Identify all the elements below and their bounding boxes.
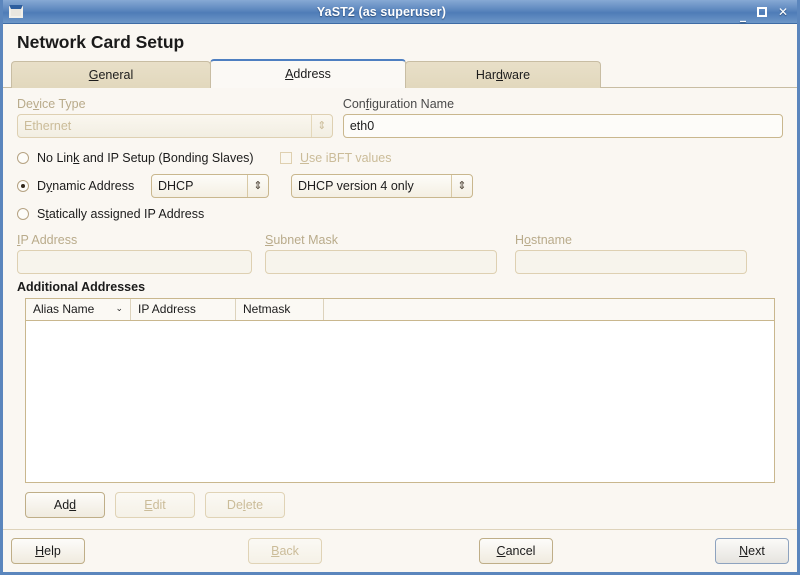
table-action-buttons: Add Edit Delete xyxy=(25,492,775,518)
dynamic-address-label: Dynamic Address xyxy=(37,179,135,193)
ip-address-mnemonic: I xyxy=(17,233,21,247)
table-body[interactable] xyxy=(26,321,774,482)
maximize-icon[interactable] xyxy=(756,6,767,17)
radio-icon-no-link[interactable] xyxy=(17,152,29,164)
title-bar: YaST2 (as superuser) _ ✕ xyxy=(3,0,797,24)
hostname-group: Hostname xyxy=(515,233,747,274)
tab-hardware-label-pre: Har xyxy=(475,68,497,82)
static-fields-row: IP Address Subnet Mask Hostname xyxy=(17,233,783,274)
column-header-alias-name[interactable]: Alias Name ⌄ xyxy=(26,299,131,320)
add-button-label: Add xyxy=(53,498,77,512)
yast-network-card-setup-window: YaST2 (as superuser) _ ✕ Network Card Se… xyxy=(0,0,800,575)
tab-general[interactable]: General xyxy=(11,61,211,88)
tab-address[interactable]: Address xyxy=(210,59,406,88)
configuration-name-mnemonic: f xyxy=(365,97,370,111)
column-header-netmask-label: Netmask xyxy=(243,302,291,316)
tab-address-label: ddress xyxy=(293,67,331,81)
no-link-label: No Link and IP Setup (Bonding Slaves) xyxy=(37,151,254,165)
hostname-mnemonic: o xyxy=(524,233,531,247)
ip-address-label: IP Address xyxy=(17,233,78,247)
dhcp-version-value: DHCP version 4 only xyxy=(298,179,414,193)
subnet-mask-input[interactable] xyxy=(265,250,497,274)
tab-bar: General Address Hardware xyxy=(3,59,797,88)
cancel-button-mnemonic: C xyxy=(496,544,506,558)
checkbox-icon-use-ibft[interactable] xyxy=(280,152,292,164)
additional-addresses-title: Additional Addresses xyxy=(17,280,146,294)
close-icon[interactable]: ✕ xyxy=(778,6,788,18)
back-button-mnemonic: B xyxy=(271,544,280,558)
column-header-netmask[interactable]: Netmask xyxy=(236,299,324,320)
footer-bar: Help Back Cancel Next xyxy=(3,529,797,572)
hostname-input[interactable] xyxy=(515,250,747,274)
configuration-name-label: Configuration Name xyxy=(342,97,455,111)
device-row: Device Type Ethernet ⇕ Configuration Nam… xyxy=(17,97,783,138)
delete-button-label: Delete xyxy=(226,498,264,512)
radio-icon-dynamic-address[interactable] xyxy=(17,180,29,192)
ip-address-group: IP Address xyxy=(17,233,252,274)
next-button-label: Next xyxy=(739,544,765,558)
minimize-icon[interactable]: _ xyxy=(740,9,746,21)
window-controls: _ ✕ xyxy=(740,6,793,21)
back-button-label: Back xyxy=(271,544,299,558)
no-link-option[interactable]: No Link and IP Setup (Bonding Slaves) xyxy=(17,145,280,171)
edit-button-mnemonic: E xyxy=(144,498,153,512)
subnet-mask-label: Subnet Mask xyxy=(265,233,338,247)
column-header-ip-address[interactable]: IP Address xyxy=(131,299,236,320)
additional-addresses-table[interactable]: Alias Name ⌄ IP Address Netmask xyxy=(25,298,775,483)
chevron-down-icon: ⌄ xyxy=(115,304,123,314)
address-tab-panel: Device Type Ethernet ⇕ Configuration Nam… xyxy=(3,97,797,294)
device-type-value: Ethernet xyxy=(24,119,72,133)
edit-button[interactable]: Edit xyxy=(115,492,195,518)
next-button[interactable]: Next xyxy=(715,538,789,564)
dynamic-address-row: Dynamic Address DHCP ⇕ DHCP version 4 on… xyxy=(17,173,783,199)
help-button-mnemonic: H xyxy=(35,544,45,558)
help-button-label: Help xyxy=(35,544,61,558)
column-header-ip-address-label: IP Address xyxy=(138,302,196,316)
chevron-updown-icon: ⇕ xyxy=(247,175,268,197)
static-address-option[interactable]: Statically assigned IP Address xyxy=(17,201,783,227)
window-title: YaST2 (as superuser) xyxy=(316,4,447,19)
subnet-mask-group: Subnet Mask xyxy=(265,233,497,274)
cancel-button[interactable]: Cancel xyxy=(479,538,553,564)
no-link-row: No Link and IP Setup (Bonding Slaves) Us… xyxy=(17,145,783,171)
add-button[interactable]: Add xyxy=(25,492,105,518)
dhcp-mode-value: DHCP xyxy=(158,179,194,193)
dhcp-mode-combo[interactable]: DHCP ⇕ xyxy=(151,174,269,198)
device-type-group: Device Type Ethernet ⇕ xyxy=(17,97,333,138)
edit-button-label: Edit xyxy=(144,498,166,512)
delete-button[interactable]: Delete xyxy=(205,492,285,518)
device-type-label: Device Type xyxy=(17,97,86,111)
add-button-mnemonic: d xyxy=(69,498,77,512)
static-address-label: Statically assigned IP Address xyxy=(37,207,205,221)
chevron-updown-icon: ⇕ xyxy=(451,175,472,197)
configuration-name-value: eth0 xyxy=(349,119,375,133)
page-title: Network Card Setup xyxy=(17,32,185,52)
window-icon xyxy=(9,5,23,18)
help-button[interactable]: Help xyxy=(11,538,85,564)
subnet-mask-mnemonic: S xyxy=(265,233,274,247)
dynamic-address-option[interactable]: Dynamic Address xyxy=(17,173,147,199)
back-button[interactable]: Back xyxy=(248,538,322,564)
use-ibft-mnemonic: U xyxy=(300,151,310,165)
device-type-combo[interactable]: Ethernet ⇕ xyxy=(17,114,333,138)
column-header-alias-name-label: Alias Name xyxy=(33,302,95,316)
use-ibft-label: Use iBFT values xyxy=(300,151,392,165)
tab-hardware-mnemonic: d xyxy=(496,68,503,82)
use-ibft-option[interactable]: Use iBFT values xyxy=(280,145,391,171)
configuration-name-group: Configuration Name eth0 xyxy=(342,97,783,138)
delete-button-mnemonic: l xyxy=(242,498,246,512)
ip-address-input[interactable] xyxy=(17,250,252,274)
radio-icon-static-address[interactable] xyxy=(17,208,29,220)
cancel-button-label: Cancel xyxy=(496,544,536,558)
configuration-name-input[interactable]: eth0 xyxy=(342,114,783,138)
tab-general-label: eneral xyxy=(98,68,134,82)
chevron-updown-icon: ⇕ xyxy=(310,115,332,137)
device-type-mnemonic: v xyxy=(32,97,40,111)
hostname-label: Hostname xyxy=(515,233,572,247)
next-button-mnemonic: N xyxy=(739,544,749,558)
tab-hardware[interactable]: Hardware xyxy=(405,61,601,88)
table-header-row: Alias Name ⌄ IP Address Netmask xyxy=(26,299,774,321)
dhcp-version-combo[interactable]: DHCP version 4 only ⇕ xyxy=(291,174,473,198)
tab-hardware-label-post: ware xyxy=(503,68,531,82)
